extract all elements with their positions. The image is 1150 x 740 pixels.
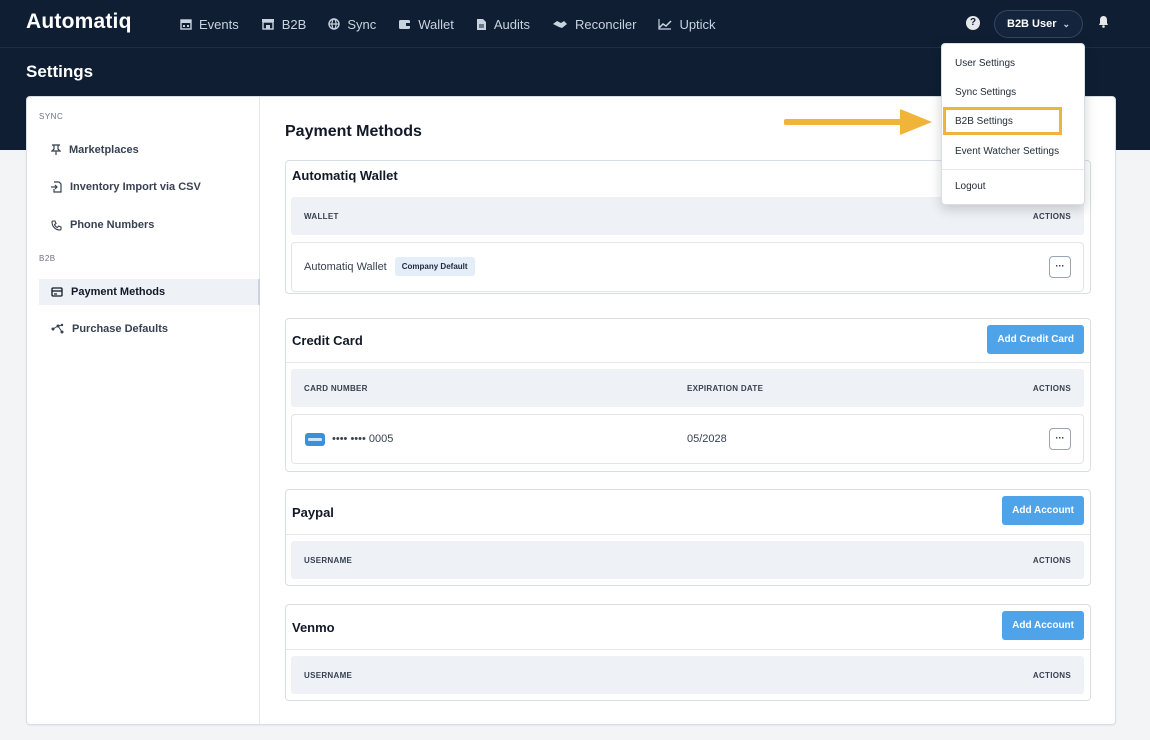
file-icon	[476, 18, 486, 30]
menu-item-user-settings[interactable]: User Settings	[955, 58, 1015, 69]
user-menu-button[interactable]: B2B User ⌄	[994, 10, 1084, 38]
sidebar-section-sync: SYNC	[39, 112, 64, 121]
col-expiration-date: EXPIRATION DATE	[687, 384, 764, 393]
nav-b2b[interactable]: B2B	[261, 16, 307, 32]
add-credit-card-button[interactable]: Add Credit Card	[987, 325, 1084, 354]
nav-wallet-label: Wallet	[418, 16, 454, 32]
col-actions: ACTIONS	[1032, 212, 1071, 221]
table-row: Automatiq Wallet Company Default ···	[291, 242, 1084, 292]
sidebar-item-payment-methods[interactable]: Payment Methods	[39, 279, 260, 305]
user-menu-label: B2B User	[1007, 18, 1057, 30]
network-icon	[51, 323, 64, 334]
nav-reconciler[interactable]: Reconciler	[552, 17, 636, 32]
card-number: •••• •••• 0005	[332, 433, 394, 445]
wallet-actions-button[interactable]: ···	[1049, 256, 1071, 278]
sidebar-item-label: Inventory Import via CSV	[70, 181, 201, 193]
sidebar-item-label: Marketplaces	[69, 144, 139, 156]
nav-reconciler-label: Reconciler	[575, 16, 637, 32]
menu-item-logout[interactable]: Logout	[955, 181, 986, 192]
payment-methods-title: Payment Methods	[285, 123, 422, 140]
settings-sidebar: SYNC Marketplaces Inventory Import via C…	[27, 97, 260, 724]
sidebar-item-phone-numbers[interactable]: Phone Numbers	[39, 212, 260, 238]
credit-card-actions-button[interactable]: ···	[1049, 428, 1071, 450]
chevron-down-icon: ⌄	[1062, 18, 1071, 29]
sidebar-item-marketplaces[interactable]: Marketplaces	[39, 137, 260, 163]
col-username: USERNAME	[304, 556, 353, 565]
wallet-icon	[399, 19, 411, 29]
paypal-add-account-button[interactable]: Add Account	[1002, 496, 1084, 525]
pin-icon	[51, 144, 61, 155]
col-actions: ACTIONS	[1032, 671, 1071, 680]
menu-item-sync-settings[interactable]: Sync Settings	[955, 87, 1016, 98]
paypal-table-header: USERNAME ACTIONS	[291, 541, 1084, 579]
table-row: •••• •••• 0005 05/2028 ···	[291, 414, 1084, 464]
annotation-arrow-icon	[784, 109, 932, 135]
b2b-settings-highlight	[943, 107, 1062, 135]
col-wallet: WALLET	[304, 212, 339, 221]
col-actions: ACTIONS	[1032, 556, 1071, 565]
venmo-section-title: Venmo	[292, 620, 335, 635]
menu-divider	[942, 169, 1084, 170]
credit-card-section-title: Credit Card	[292, 333, 363, 348]
credit-card-table-header: CARD NUMBER EXPIRATION DATE ACTIONS	[291, 369, 1084, 407]
sidebar-item-inventory-import[interactable]: Inventory Import via CSV	[39, 174, 260, 200]
page-title: Settings	[26, 62, 94, 81]
nav-uptick-label: Uptick	[679, 16, 716, 32]
nav-audits-label: Audits	[493, 16, 531, 32]
sidebar-item-label: Phone Numbers	[70, 219, 155, 231]
col-actions: ACTIONS	[1032, 384, 1071, 393]
trend-up-icon	[658, 19, 672, 30]
paypal-section: Paypal Add Account USERNAME ACTIONS	[285, 489, 1091, 586]
company-default-badge: Company Default	[394, 257, 475, 276]
paypal-section-title: Paypal	[292, 505, 334, 520]
nav-uptick[interactable]: Uptick	[658, 16, 716, 32]
divider	[286, 649, 1090, 650]
nav-sync[interactable]: Sync	[328, 17, 376, 32]
venmo-section: Venmo Add Account USERNAME ACTIONS	[285, 604, 1091, 701]
expiration-date: 05/2028	[687, 433, 727, 445]
col-username: USERNAME	[304, 671, 353, 680]
venmo-table-header: USERNAME ACTIONS	[291, 656, 1084, 694]
globe-icon	[328, 18, 341, 30]
credit-card-section: Credit Card Add Credit Card CARD NUMBER …	[285, 318, 1091, 472]
nav-events[interactable]: Events	[180, 17, 239, 32]
help-icon[interactable]: ?	[966, 16, 980, 30]
wallet-section-title: Automatiq Wallet	[292, 168, 398, 183]
file-import-icon	[51, 181, 62, 193]
automatiq-logo[interactable]: Automatiq	[26, 10, 132, 34]
bell-icon[interactable]	[1098, 15, 1109, 28]
sidebar-item-label: Purchase Defaults	[72, 323, 168, 335]
nav-sync-label: Sync	[347, 16, 377, 32]
nav-audits[interactable]: Audits	[476, 17, 530, 32]
menu-item-event-watcher-settings[interactable]: Event Watcher Settings	[955, 146, 1059, 157]
nav-b2b-label: B2B	[281, 16, 307, 32]
wallet-name-cell: Automatiq Wallet Company Default	[304, 257, 475, 276]
col-card-number: CARD NUMBER	[304, 384, 368, 393]
sidebar-item-purchase-defaults[interactable]: Purchase Defaults	[39, 316, 260, 342]
storefront-icon	[261, 19, 274, 30]
venmo-add-account-button[interactable]: Add Account	[1002, 611, 1084, 640]
payment-icon	[51, 287, 63, 297]
top-navbar: Automatiq Events B2B Sync Wallet Audits …	[0, 0, 1150, 48]
amex-card-icon	[305, 433, 325, 446]
phone-icon	[51, 219, 62, 231]
calendar-icon	[180, 19, 192, 30]
sidebar-section-b2b: B2B	[39, 254, 56, 263]
nav-events-label: Events	[199, 16, 239, 32]
main-nav: Events B2B Sync Wallet Audits Reconciler…	[180, 0, 738, 48]
nav-wallet[interactable]: Wallet	[398, 17, 454, 32]
divider	[286, 362, 1090, 363]
divider	[286, 534, 1090, 535]
wallet-name: Automatiq Wallet	[304, 260, 387, 273]
handshake-icon	[553, 20, 568, 28]
sidebar-item-label: Payment Methods	[71, 286, 166, 298]
